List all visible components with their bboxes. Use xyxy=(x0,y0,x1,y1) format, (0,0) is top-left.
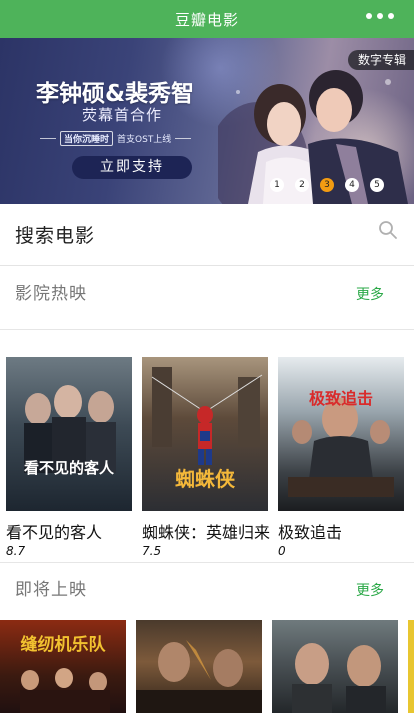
more-link[interactable]: 更多 xyxy=(356,284,384,304)
poster-title: 看不见的客人 xyxy=(23,459,114,477)
banner-subline: 荧幕首合作 xyxy=(82,106,163,124)
search-label: 搜索电影 xyxy=(15,225,96,247)
movie-poster[interactable] xyxy=(272,620,398,713)
ost-line: 当你沉睡时 首支OST上线 xyxy=(40,131,220,146)
movie-poster[interactable] xyxy=(408,620,414,713)
ost-text: 首支OST上线 xyxy=(117,135,172,145)
search-bar[interactable]: 搜索电影 xyxy=(0,204,414,266)
movie-title[interactable]: 极致追击 xyxy=(278,519,342,543)
in-theaters-header: 影院热映 更多 xyxy=(0,267,414,315)
movie-poster[interactable]: 缝纫机乐队 xyxy=(0,620,126,713)
coming-soon-header: 即将上映 更多 xyxy=(0,563,414,611)
poster-title: 极致追击 xyxy=(308,389,373,408)
movie-poster[interactable]: 极致追击 xyxy=(278,357,404,511)
more-link[interactable]: 更多 xyxy=(356,580,384,600)
section-title: 影院热映 xyxy=(15,284,87,304)
movie-rating: 7.5 xyxy=(142,544,162,558)
poster-title: 蜘蛛侠 xyxy=(175,467,235,491)
movie-rating: 0 xyxy=(278,544,286,558)
carousel-dot[interactable]: 2 xyxy=(295,178,309,192)
movie-poster[interactable] xyxy=(136,620,262,713)
carousel-dots: 1 2 3 4 5 xyxy=(270,178,384,192)
album-tag: 数字专辑 xyxy=(347,50,414,70)
promo-banner[interactable]: 李钟硕&裴秀智 荧幕首合作 当你沉睡时 首支OST上线 立即支持 数字专辑 1 … xyxy=(0,38,414,204)
support-button[interactable]: 立即支持 xyxy=(72,156,192,179)
section-title: 即将上映 xyxy=(15,580,87,600)
movie-title[interactable]: 看不见的客人 xyxy=(6,519,102,543)
carousel-dot-active[interactable]: 3 xyxy=(320,178,334,192)
navbar: 豆瓣电影 xyxy=(0,0,414,38)
movie-poster[interactable]: 看不见的客人 xyxy=(6,357,132,511)
search-icon[interactable] xyxy=(378,220,398,240)
divider xyxy=(0,329,414,330)
movie-poster[interactable]: 蜘蛛侠 xyxy=(142,357,268,511)
carousel-dot[interactable]: 5 xyxy=(370,178,384,192)
page: 豆瓣电影 李钟硕&裴秀智 荧幕首合作 当你沉睡时 首支OST上线 立即支持 数字… xyxy=(0,0,414,713)
app-title: 豆瓣电影 xyxy=(174,10,239,29)
banner-headline: 李钟硕&裴秀智 xyxy=(36,81,195,107)
more-menu-icon[interactable] xyxy=(366,13,394,19)
movie-rating: 8.7 xyxy=(6,544,26,558)
ost-tag: 当你沉睡时 xyxy=(60,131,114,146)
carousel-dot[interactable]: 4 xyxy=(345,178,359,192)
movie-title[interactable]: 蜘蛛侠：英雄归来 xyxy=(142,519,270,543)
carousel-dot[interactable]: 1 xyxy=(270,178,284,192)
